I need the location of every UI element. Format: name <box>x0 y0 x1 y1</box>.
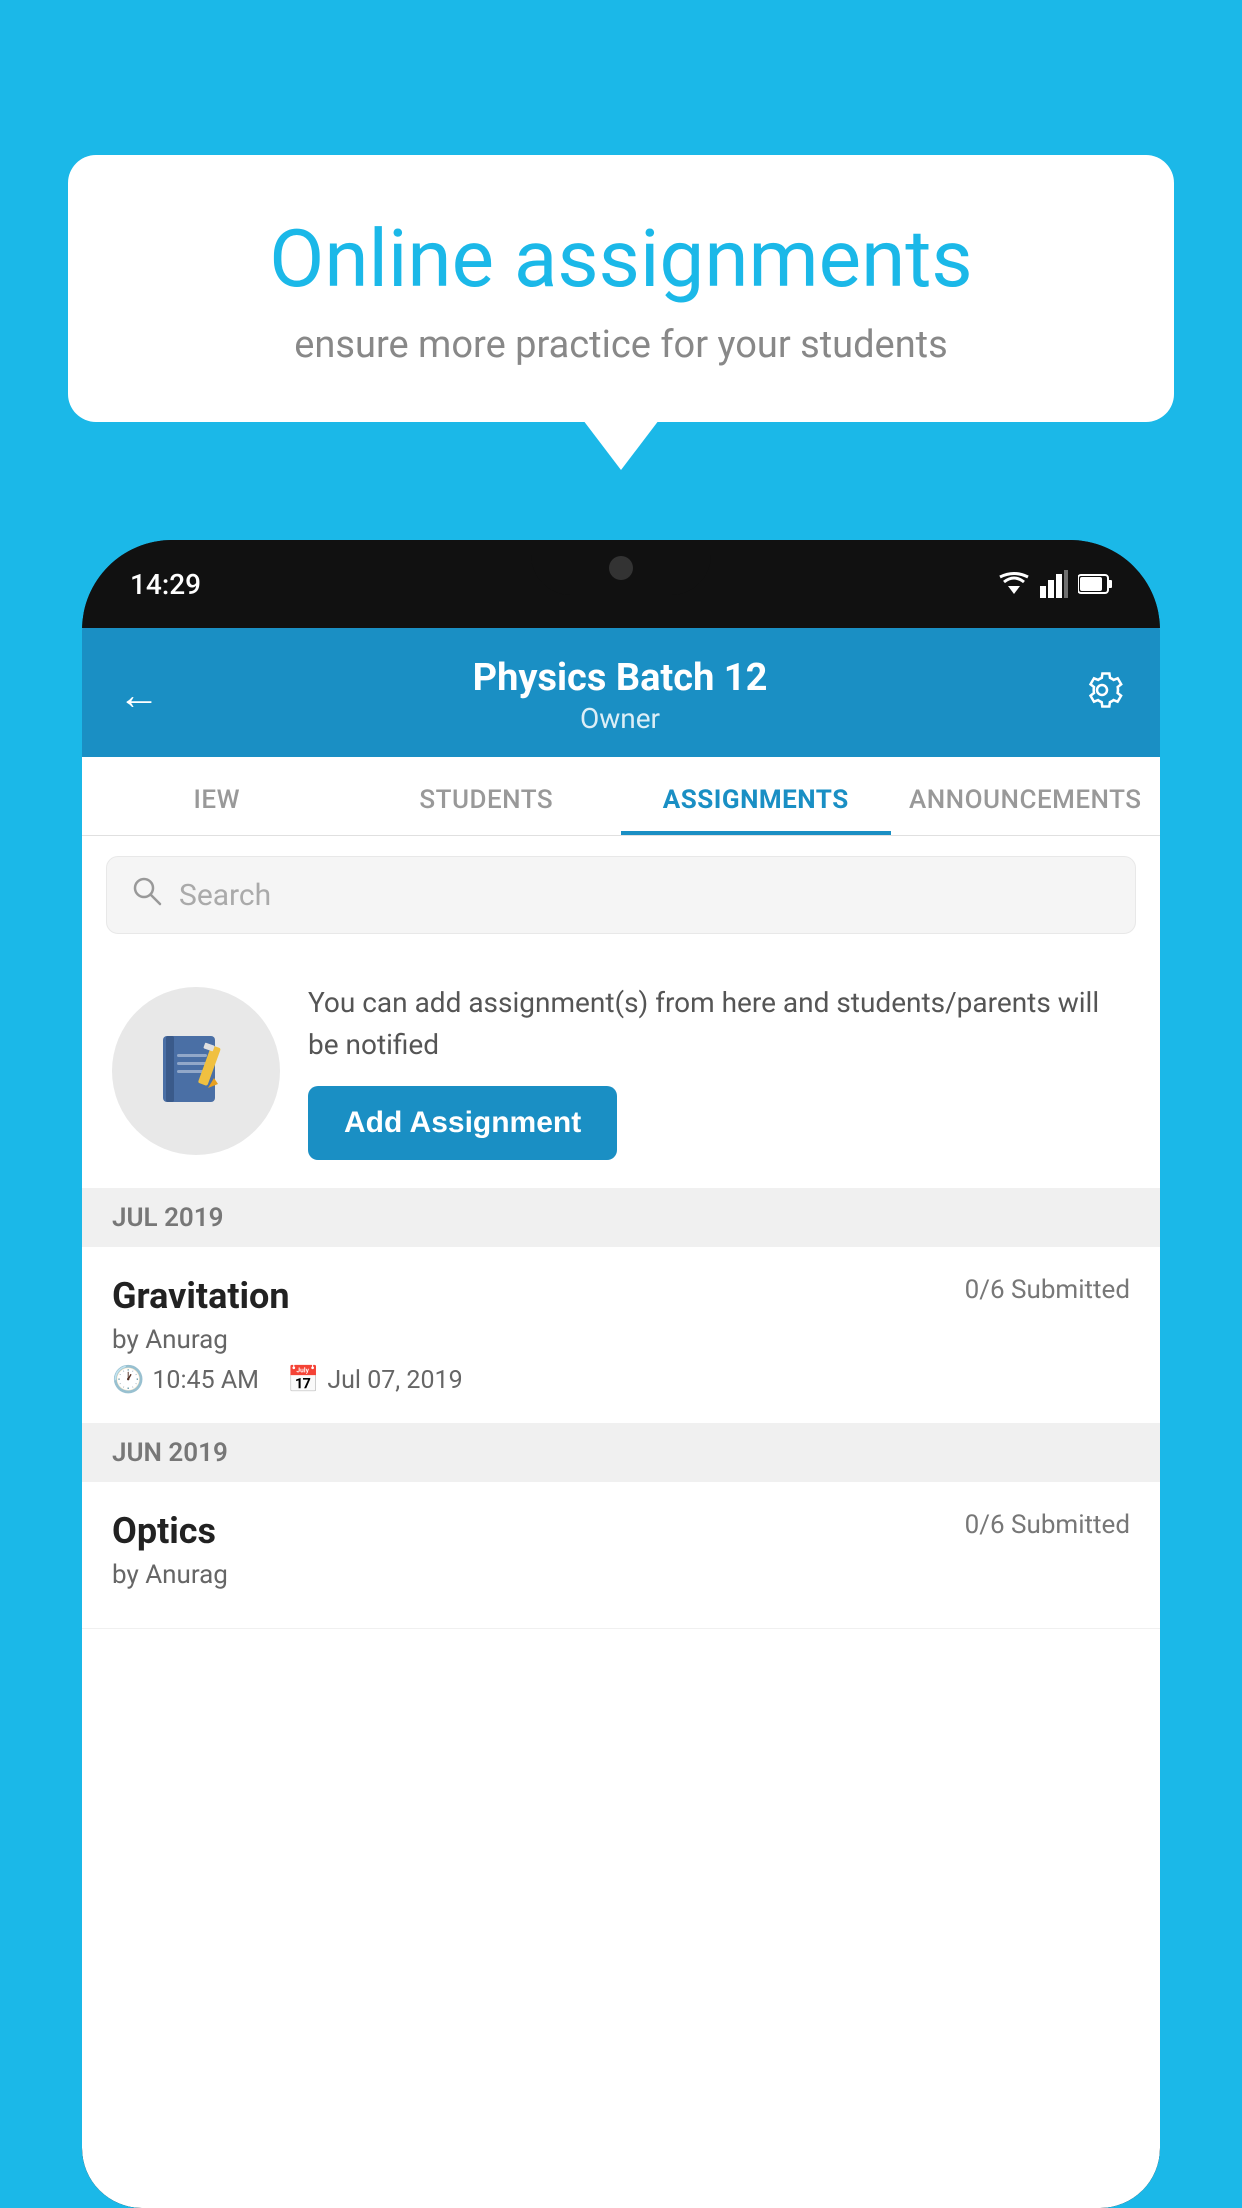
status-icons <box>998 570 1112 598</box>
assignment-by: by Anurag <box>112 1325 1130 1355</box>
back-button[interactable]: ← <box>118 671 160 720</box>
status-bar: 14:29 <box>82 540 1160 628</box>
promo-content: You can add assignment(s) from here and … <box>308 982 1130 1160</box>
month-separator-jun: JUN 2019 <box>82 1424 1160 1482</box>
add-assignment-button[interactable]: Add Assignment <box>308 1086 617 1160</box>
assignment-by-optics: by Anurag <box>112 1560 1130 1590</box>
notebook-icon <box>151 1026 241 1116</box>
signal-icon <box>1040 570 1068 598</box>
speech-bubble-subtitle: ensure more practice for your students <box>138 323 1104 367</box>
assignment-top-row-optics: Optics 0/6 Submitted <box>112 1510 1130 1552</box>
search-bar[interactable]: Search <box>106 856 1136 934</box>
wifi-icon <box>998 570 1030 598</box>
app-header: ← Physics Batch 12 Owner <box>82 628 1160 757</box>
search-icon <box>131 875 163 915</box>
tab-announcements[interactable]: ANNOUNCEMENTS <box>891 757 1161 835</box>
header-title: Physics Batch 12 <box>473 656 768 700</box>
clock-icon: 🕐 <box>112 1365 144 1395</box>
header-center: Physics Batch 12 Owner <box>473 656 768 735</box>
tab-iew[interactable]: IEW <box>82 757 352 835</box>
assignment-submitted-optics: 0/6 Submitted <box>965 1510 1130 1540</box>
promo-description: You can add assignment(s) from here and … <box>308 982 1130 1066</box>
assignment-time: 🕐 10:45 AM <box>112 1365 259 1395</box>
phone-camera <box>609 556 633 580</box>
phone-notch <box>531 540 711 595</box>
assignment-meta: 🕐 10:45 AM 📅 Jul 07, 2019 <box>112 1365 1130 1395</box>
tab-students[interactable]: STUDENTS <box>352 757 622 835</box>
assignment-submitted: 0/6 Submitted <box>965 1275 1130 1305</box>
speech-bubble-container: Online assignments ensure more practice … <box>68 155 1174 422</box>
speech-bubble-title: Online assignments <box>138 215 1104 303</box>
add-assignment-promo: You can add assignment(s) from here and … <box>82 954 1160 1189</box>
promo-icon <box>112 987 280 1155</box>
assignment-date: 📅 Jul 07, 2019 <box>287 1365 463 1395</box>
assignment-item-gravitation[interactable]: Gravitation 0/6 Submitted by Anurag 🕐 10… <box>82 1247 1160 1424</box>
assignment-name-optics: Optics <box>112 1510 216 1552</box>
tabs-container: IEW STUDENTS ASSIGNMENTS ANNOUNCEMENTS <box>82 757 1160 836</box>
header-subtitle: Owner <box>473 702 768 735</box>
assignment-top-row: Gravitation 0/6 Submitted <box>112 1275 1130 1317</box>
phone-screen: ← Physics Batch 12 Owner IEW STUDENTS AS… <box>82 628 1160 2208</box>
speech-bubble: Online assignments ensure more practice … <box>68 155 1174 422</box>
search-placeholder: Search <box>179 878 271 913</box>
phone-frame: 14:29 <box>82 540 1160 2208</box>
settings-icon[interactable] <box>1080 668 1124 723</box>
assignment-name: Gravitation <box>112 1275 290 1317</box>
month-separator-jul: JUL 2019 <box>82 1189 1160 1247</box>
assignment-item-optics[interactable]: Optics 0/6 Submitted by Anurag <box>82 1482 1160 1629</box>
status-time: 14:29 <box>130 568 201 601</box>
battery-icon <box>1078 573 1112 595</box>
tab-assignments[interactable]: ASSIGNMENTS <box>621 757 891 835</box>
search-container: Search <box>82 836 1160 954</box>
calendar-icon: 📅 <box>287 1365 319 1395</box>
